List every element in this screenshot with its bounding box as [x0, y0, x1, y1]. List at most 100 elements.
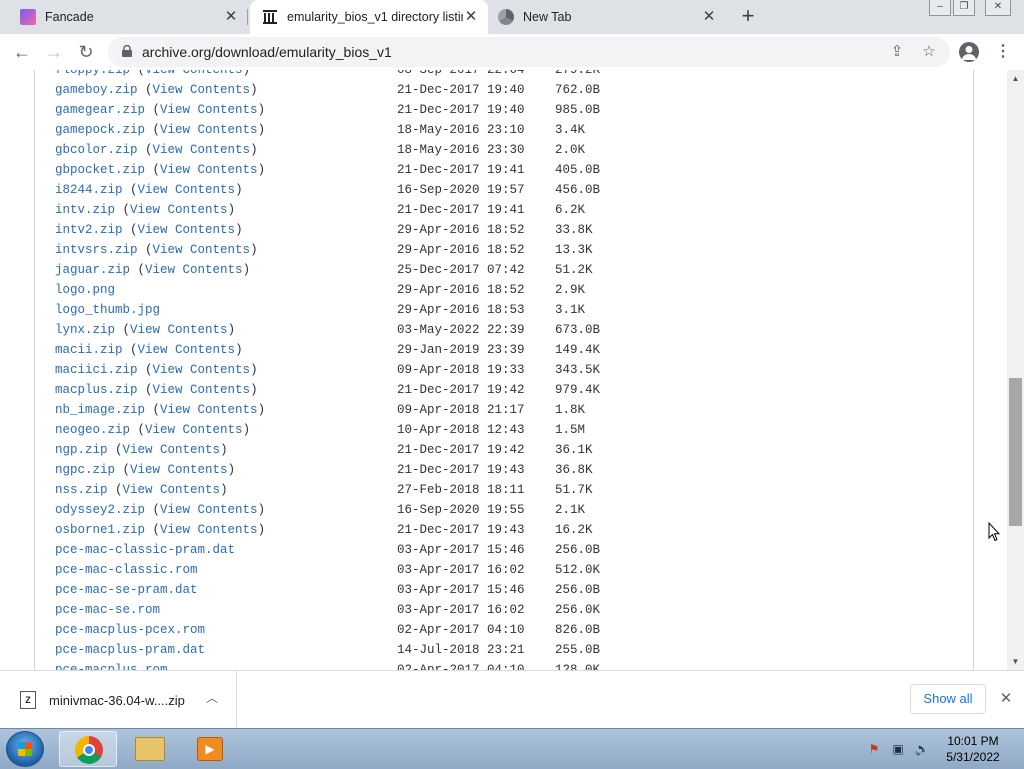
taskbar-media-button[interactable]: ▶ — [183, 731, 241, 767]
view-contents[interactable]: (View Contents) — [138, 363, 258, 377]
file-link[interactable]: macii.zip — [55, 343, 123, 357]
view-contents-link[interactable]: View Contents — [138, 343, 236, 357]
vertical-scrollbar[interactable]: ▲ ▼ — [1007, 70, 1024, 670]
view-contents-link[interactable]: View Contents — [138, 223, 236, 237]
scroll-down-arrow-icon[interactable]: ▼ — [1010, 657, 1021, 667]
close-tab-icon[interactable]: ✕ — [702, 9, 716, 24]
profile-avatar-icon[interactable] — [959, 42, 979, 62]
view-contents-link[interactable]: View Contents — [153, 383, 251, 397]
close-tab-icon[interactable]: ✕ — [464, 9, 478, 24]
show-all-button[interactable]: Show all — [910, 684, 986, 714]
file-link[interactable]: gamepock.zip — [55, 123, 145, 137]
file-link[interactable]: macplus.zip — [55, 383, 138, 397]
view-contents[interactable]: (View Contents) — [145, 403, 266, 417]
file-link[interactable]: pce-macplus-pram.dat — [55, 643, 205, 657]
file-link[interactable]: pce-mac-classic.rom — [55, 563, 198, 577]
view-contents-link[interactable]: View Contents — [123, 443, 221, 457]
file-link[interactable]: logo_thumb.jpg — [55, 303, 160, 317]
tab-fancade[interactable]: Fancade ✕ — [0, 0, 248, 34]
view-contents-link[interactable]: View Contents — [153, 83, 251, 97]
file-link[interactable]: nb_image.zip — [55, 403, 145, 417]
restore-icon[interactable]: ❐ — [953, 0, 975, 16]
view-contents-link[interactable]: View Contents — [153, 143, 251, 157]
forward-arrow-icon[interactable]: → — [44, 42, 64, 62]
system-clock[interactable]: 10:01 PM 5/31/2022 — [938, 733, 1008, 765]
view-contents[interactable]: (View Contents) — [138, 83, 258, 97]
view-contents-link[interactable]: View Contents — [160, 123, 258, 137]
taskbar-explorer-button[interactable] — [121, 731, 179, 767]
view-contents-link[interactable]: View Contents — [145, 423, 243, 437]
view-contents-link[interactable]: View Contents — [130, 463, 228, 477]
back-arrow-icon[interactable]: ← — [12, 42, 32, 62]
view-contents[interactable]: (View Contents) — [130, 423, 251, 437]
file-link[interactable]: floppy.zip — [55, 70, 130, 77]
minimize-icon[interactable]: – — [929, 0, 951, 16]
view-contents-link[interactable]: View Contents — [145, 70, 243, 77]
view-contents[interactable]: (View Contents) — [145, 123, 266, 137]
close-window-icon[interactable]: ✕ — [985, 0, 1011, 16]
view-contents[interactable]: (View Contents) — [145, 103, 266, 117]
view-contents[interactable]: (View Contents) — [138, 143, 258, 157]
view-contents-link[interactable]: View Contents — [138, 183, 236, 197]
close-tab-icon[interactable]: ✕ — [224, 9, 238, 24]
view-contents[interactable]: (View Contents) — [115, 203, 236, 217]
file-link[interactable]: gameboy.zip — [55, 83, 138, 97]
view-contents-link[interactable]: View Contents — [160, 523, 258, 537]
download-item[interactable]: Z minivmac-36.04-w....zip ︿ — [0, 671, 237, 729]
address-bar[interactable]: archive.org/download/emularity_bios_v1 ⇪… — [108, 37, 950, 67]
file-link[interactable]: gamegear.zip — [55, 103, 145, 117]
volume-icon[interactable]: 🔈 — [914, 741, 930, 757]
file-link[interactable]: ngp.zip — [55, 443, 108, 457]
chevron-up-icon[interactable]: ︿ — [204, 690, 220, 706]
reload-icon[interactable]: ↻ — [76, 42, 96, 62]
view-contents[interactable]: (View Contents) — [138, 383, 258, 397]
file-link[interactable]: intv.zip — [55, 203, 115, 217]
view-contents[interactable]: (View Contents) — [145, 503, 266, 517]
tab-emularity[interactable]: emularity_bios_v1 directory listing ✕ — [250, 0, 488, 34]
view-contents[interactable]: (View Contents) — [130, 70, 251, 77]
new-tab-plus-icon[interactable]: + — [738, 5, 758, 27]
close-download-bar-icon[interactable]: ✕ — [998, 691, 1014, 707]
view-contents-link[interactable]: View Contents — [153, 363, 251, 377]
file-link[interactable]: pce-mac-classic-pram.dat — [55, 543, 235, 557]
view-contents[interactable]: (View Contents) — [108, 483, 228, 497]
view-contents-link[interactable]: View Contents — [153, 243, 251, 257]
view-contents-link[interactable]: View Contents — [130, 203, 228, 217]
file-link[interactable]: lynx.zip — [55, 323, 115, 337]
file-link[interactable]: gbcolor.zip — [55, 143, 138, 157]
view-contents[interactable]: (View Contents) — [138, 243, 258, 257]
file-link[interactable]: i8244.zip — [55, 183, 123, 197]
view-contents-link[interactable]: View Contents — [130, 323, 228, 337]
file-link[interactable]: nss.zip — [55, 483, 108, 497]
scroll-thumb[interactable] — [1009, 378, 1022, 526]
taskbar-chrome-button[interactable] — [59, 731, 117, 767]
view-contents-link[interactable]: View Contents — [123, 483, 221, 497]
file-link[interactable]: gbpocket.zip — [55, 163, 145, 177]
view-contents[interactable]: (View Contents) — [123, 343, 243, 357]
view-contents-link[interactable]: View Contents — [160, 503, 258, 517]
network-icon[interactable]: ▣ — [890, 741, 906, 757]
file-link[interactable]: odyssey2.zip — [55, 503, 145, 517]
file-link[interactable]: pce-macplus-pcex.rom — [55, 623, 205, 637]
view-contents[interactable]: (View Contents) — [115, 463, 236, 477]
share-icon[interactable]: ⇪ — [888, 43, 906, 61]
view-contents[interactable]: (View Contents) — [130, 263, 251, 277]
file-link[interactable]: intvsrs.zip — [55, 243, 138, 257]
view-contents-link[interactable]: View Contents — [160, 103, 258, 117]
bookmark-star-icon[interactable]: ☆ — [920, 43, 938, 61]
file-link[interactable]: maciici.zip — [55, 363, 138, 377]
view-contents-link[interactable]: View Contents — [145, 263, 243, 277]
file-link[interactable]: neogeo.zip — [55, 423, 130, 437]
view-contents-link[interactable]: View Contents — [160, 403, 258, 417]
file-link[interactable]: pce-macplus.rom — [55, 663, 168, 670]
view-contents[interactable]: (View Contents) — [145, 523, 266, 537]
file-link[interactable]: osborne1.zip — [55, 523, 145, 537]
file-link[interactable]: pce-mac-se.rom — [55, 603, 160, 617]
start-button[interactable] — [6, 731, 44, 767]
file-link[interactable]: intv2.zip — [55, 223, 123, 237]
file-link[interactable]: jaguar.zip — [55, 263, 130, 277]
view-contents[interactable]: (View Contents) — [123, 223, 243, 237]
view-contents[interactable]: (View Contents) — [115, 323, 236, 337]
file-link[interactable]: logo.png — [55, 283, 115, 297]
view-contents[interactable]: (View Contents) — [108, 443, 228, 457]
